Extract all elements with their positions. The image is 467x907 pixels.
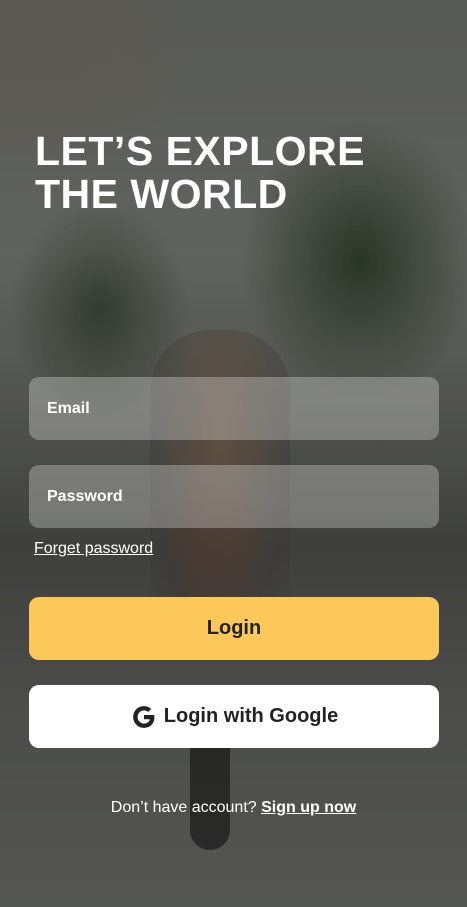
hero-title-line-2: THE WORLD	[35, 171, 288, 217]
signup-link[interactable]: Sign up now	[261, 799, 356, 816]
login-screen: LET’S EXPLORE THE WORLD Forget password …	[0, 0, 467, 907]
signup-prompt: Don’t have account? Sign up now	[0, 799, 467, 817]
login-with-google-button[interactable]: Login with Google	[29, 685, 439, 748]
hero-title-line-1: LET’S EXPLORE	[35, 128, 365, 174]
login-button-label: Login	[206, 617, 262, 639]
email-field-container[interactable]	[29, 377, 439, 440]
email-field[interactable]	[47, 399, 439, 418]
password-field-container[interactable]	[29, 465, 439, 528]
password-field[interactable]	[47, 487, 439, 506]
hero-title: LET’S EXPLORE THE WORLD	[35, 130, 365, 216]
forgot-password-link[interactable]: Forget password	[34, 540, 153, 558]
signup-prompt-text: Don’t have account?	[110, 799, 257, 816]
google-g-icon	[130, 703, 158, 731]
google-button-label: Login with Google	[163, 705, 339, 727]
login-button[interactable]: Login	[29, 597, 439, 660]
